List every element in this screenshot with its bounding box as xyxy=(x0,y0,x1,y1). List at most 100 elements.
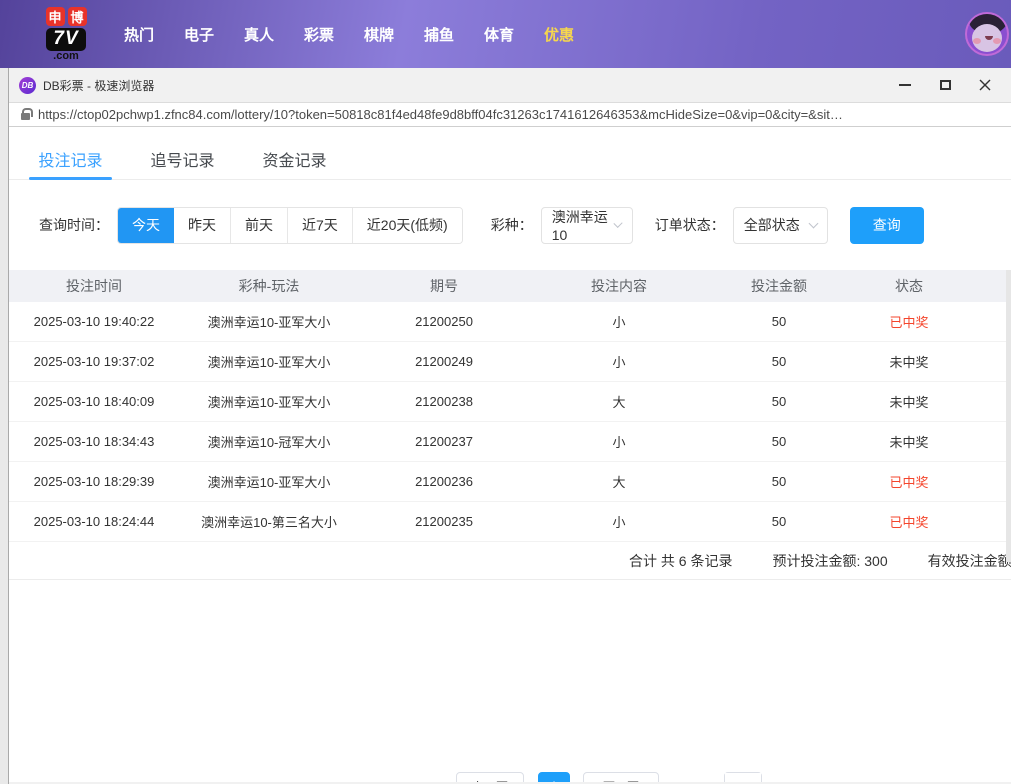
table-summary-row: 合计 共 6 条记录 预计投注金额: 300 有效投注金额 xyxy=(9,542,1011,580)
table-row[interactable]: 2025-03-10 18:29:39 澳洲幸运10-亚军大小 21200236… xyxy=(9,462,1006,502)
summary-valid-amount: 有效投注金额 xyxy=(928,551,1011,571)
logo-badges: 申 博 xyxy=(46,7,87,26)
scrollbar-track[interactable] xyxy=(1006,270,1011,562)
window-titlebar[interactable]: DB DB彩票 - 极速浏览器 xyxy=(9,68,1011,102)
tab-bet-records[interactable]: 投注记录 xyxy=(29,135,112,179)
nav-item-hot[interactable]: 热门 xyxy=(109,24,169,45)
minimize-button[interactable] xyxy=(897,77,913,93)
next-page-button[interactable]: 下一页 xyxy=(583,772,659,782)
page-jump-box[interactable] xyxy=(724,772,762,782)
time-option-20days[interactable]: 近20天(低频) xyxy=(352,208,462,243)
nav-item-lottery[interactable]: 彩票 xyxy=(289,24,349,45)
cell-bet-time: 2025-03-10 18:40:09 xyxy=(9,394,179,409)
nav-item-sports[interactable]: 体育 xyxy=(469,24,529,45)
summary-total-records: 合计 共 6 条记录 xyxy=(629,551,732,571)
logo-badge-left: 申 xyxy=(46,7,65,26)
cell-issue: 21200235 xyxy=(359,514,529,529)
cell-content: 小 xyxy=(529,352,709,371)
cell-content: 大 xyxy=(529,472,709,491)
pagination-bar: 上一页 1 下一页 xyxy=(9,772,1011,782)
time-option-today[interactable]: 今天 xyxy=(118,208,174,243)
header-content: 投注内容 xyxy=(529,276,709,296)
header-game-play: 彩种-玩法 xyxy=(179,276,359,296)
cell-game-play: 澳洲幸运10-亚军大小 xyxy=(179,472,359,491)
current-page-button[interactable]: 1 xyxy=(538,772,570,782)
table-header-row: 投注时间 彩种-玩法 期号 投注内容 投注金额 状态 xyxy=(9,270,1006,302)
cell-game-play: 澳洲幸运10-亚军大小 xyxy=(179,352,359,371)
header-amount: 投注金额 xyxy=(709,276,849,296)
cell-amount: 50 xyxy=(709,354,849,369)
avatar-hair-bun xyxy=(992,14,1004,24)
maximize-button[interactable] xyxy=(937,77,953,93)
cell-status: 未中奖 xyxy=(849,392,969,411)
header-status: 状态 xyxy=(849,276,969,296)
time-option-yesterday[interactable]: 昨天 xyxy=(174,208,230,243)
tab-fund-records[interactable]: 资金记录 xyxy=(253,135,336,179)
minimize-icon xyxy=(899,84,911,86)
chevron-down-icon xyxy=(808,218,818,228)
db-favicon-icon: DB xyxy=(19,77,36,94)
record-tabs: 投注记录 追号记录 资金记录 xyxy=(9,135,1011,180)
cell-game-play: 澳洲幸运10-亚军大小 xyxy=(179,392,359,411)
cell-amount: 50 xyxy=(709,434,849,449)
nav-item-live[interactable]: 真人 xyxy=(229,24,289,45)
window-title: DB彩票 - 极速浏览器 xyxy=(43,77,154,94)
lottery-select[interactable]: 澳洲幸运10 xyxy=(541,207,633,244)
header-bet-time: 投注时间 xyxy=(9,276,179,296)
nav-item-promotions[interactable]: 优惠 xyxy=(529,24,589,45)
table-row[interactable]: 2025-03-10 18:24:44 澳洲幸运10-第三名大小 2120023… xyxy=(9,502,1006,542)
cell-amount: 50 xyxy=(709,514,849,529)
header-issue: 期号 xyxy=(359,276,529,296)
table-row[interactable]: 2025-03-10 18:34:43 澳洲幸运10-冠军大小 21200237… xyxy=(9,422,1006,462)
table-row[interactable]: 2025-03-10 18:40:09 澳洲幸运10-亚军大小 21200238… xyxy=(9,382,1006,422)
cell-game-play: 澳洲幸运10-第三名大小 xyxy=(179,512,359,531)
time-option-7days[interactable]: 近7天 xyxy=(287,208,352,243)
nav-item-fishing[interactable]: 捕鱼 xyxy=(409,24,469,45)
url-text[interactable]: https://ctop02pchwp1.zfnc84.com/lottery/… xyxy=(38,107,999,122)
cell-bet-time: 2025-03-10 18:29:39 xyxy=(9,474,179,489)
filter-bar: 查询时间： 今天 昨天 前天 近7天 近20天(低频) 彩种： 澳洲幸运10 订… xyxy=(39,205,924,245)
table-row[interactable]: 2025-03-10 19:37:02 澳洲幸运10-亚军大小 21200249… xyxy=(9,342,1006,382)
site-logo[interactable]: 申 博 7V .com xyxy=(35,7,97,62)
cell-amount: 50 xyxy=(709,394,849,409)
cell-game-play: 澳洲幸运10-冠军大小 xyxy=(179,432,359,451)
cell-issue: 21200237 xyxy=(359,434,529,449)
top-navbar: 申 博 7V .com 热门 电子 真人 彩票 棋牌 捕鱼 体育 优惠 xyxy=(0,0,1011,68)
page-content: 投注记录 追号记录 资金记录 查询时间： 今天 昨天 前天 近7天 近20天(低… xyxy=(9,127,1011,782)
status-select-value: 全部状态 xyxy=(744,215,800,235)
query-button[interactable]: 查询 xyxy=(850,207,924,244)
cell-content: 小 xyxy=(529,512,709,531)
cell-content: 小 xyxy=(529,312,709,331)
order-status-select[interactable]: 全部状态 xyxy=(733,207,828,244)
close-icon xyxy=(979,79,991,91)
lottery-filter-label: 彩种： xyxy=(491,215,533,235)
status-filter-label: 订单状态： xyxy=(655,215,725,235)
cell-issue: 21200238 xyxy=(359,394,529,409)
prev-page-button[interactable]: 上一页 xyxy=(456,772,524,782)
page-jump-input[interactable] xyxy=(725,773,761,782)
cell-content: 小 xyxy=(529,432,709,451)
summary-expected-amount: 预计投注金额: 300 xyxy=(772,551,887,571)
cell-status: 未中奖 xyxy=(849,352,969,371)
nav-item-electronic[interactable]: 电子 xyxy=(169,24,229,45)
cell-amount: 50 xyxy=(709,474,849,489)
time-option-daybefore[interactable]: 前天 xyxy=(230,208,287,243)
cell-game-play: 澳洲幸运10-亚军大小 xyxy=(179,312,359,331)
table-row[interactable]: 2025-03-10 19:40:22 澳洲幸运10-亚军大小 21200250… xyxy=(9,302,1006,342)
avatar-hair-bun xyxy=(970,14,982,24)
cell-status: 已中奖 xyxy=(849,312,969,331)
nav-item-chess[interactable]: 棋牌 xyxy=(349,24,409,45)
avatar-blush xyxy=(973,38,981,44)
user-avatar[interactable] xyxy=(965,12,1009,56)
cell-issue: 21200250 xyxy=(359,314,529,329)
close-button[interactable] xyxy=(977,77,993,93)
cell-status: 已中奖 xyxy=(849,512,969,531)
cell-bet-time: 2025-03-10 18:34:43 xyxy=(9,434,179,449)
window-controls xyxy=(897,68,1003,102)
nav-items: 热门 电子 真人 彩票 棋牌 捕鱼 体育 优惠 xyxy=(109,24,589,45)
logo-badge-right: 博 xyxy=(68,7,87,26)
browser-window: DB DB彩票 - 极速浏览器 https://ctop02pchwp1.zfn… xyxy=(8,68,1011,784)
time-filter-group: 今天 昨天 前天 近7天 近20天(低频) xyxy=(117,207,463,244)
tab-chase-records[interactable]: 追号记录 xyxy=(141,135,224,179)
address-bar[interactable]: https://ctop02pchwp1.zfnc84.com/lottery/… xyxy=(9,102,1011,127)
